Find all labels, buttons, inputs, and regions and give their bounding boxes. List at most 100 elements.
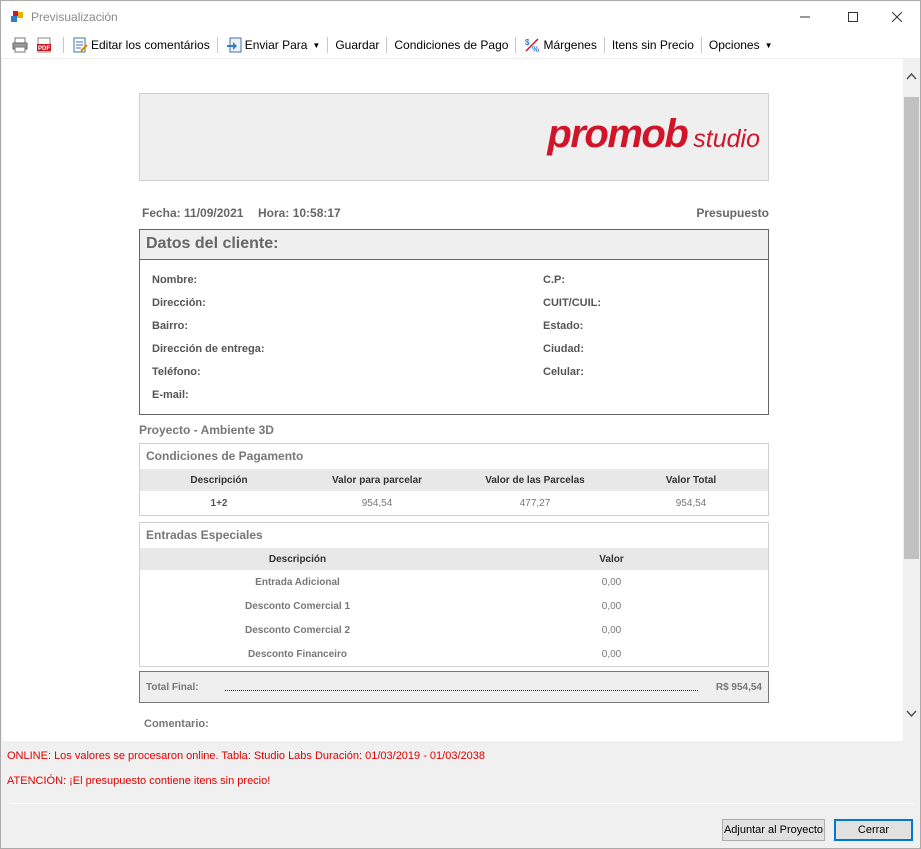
logo-sub-text: studio — [693, 125, 760, 153]
client-postal-code-label: C.P: — [543, 274, 565, 286]
table-cell: Desconto Financeiro — [248, 648, 347, 660]
special-section-title: Entradas Especiales — [146, 528, 263, 542]
vertical-scrollbar[interactable] — [903, 59, 920, 741]
pdf-icon[interactable]: PDF — [35, 36, 53, 54]
table-cell: 0,00 — [601, 576, 622, 588]
table-row: 1+2 954,54 477,27 954,54 — [140, 491, 768, 515]
table-row: Desconto Financeiro 0,00 — [140, 642, 768, 666]
client-phone-label: Teléfono: — [152, 366, 201, 378]
table-cell: 477,27 — [519, 497, 551, 509]
column-header: Valor para parcelar — [331, 474, 423, 486]
footer-divider — [9, 803, 913, 804]
table-row: Desconto Comercial 2 0,00 — [140, 618, 768, 642]
time-field: Hora: 10:58:17 — [258, 206, 341, 220]
table-cell: Entrada Adicional — [255, 576, 340, 588]
print-icon[interactable] — [11, 36, 29, 54]
items-without-price-button[interactable]: Itens sin Precio — [609, 34, 697, 56]
comment-label: Comentario: — [144, 718, 209, 730]
column-header: Descripción — [268, 553, 327, 565]
toolbar-separator — [327, 37, 329, 53]
toolbar-separator — [700, 37, 702, 53]
client-address-label: Dirección: — [152, 297, 206, 309]
send-to-dropdown[interactable]: Enviar Para ▼ — [222, 34, 324, 56]
payment-conditions-label: Condiciones de Pago — [394, 38, 509, 52]
payment-conditions-section: Condiciones de Pagamento Descripción Val… — [139, 443, 769, 516]
edit-comments-label: Editar los comentários — [91, 38, 210, 52]
window-title: Previsualización — [31, 10, 118, 24]
table-cell: 0,00 — [601, 624, 622, 636]
payment-conditions-button[interactable]: Condiciones de Pago — [391, 34, 511, 56]
chevron-down-icon: ▼ — [764, 40, 773, 50]
scroll-up-icon[interactable] — [903, 71, 920, 88]
margins-label: Márgenes — [543, 38, 597, 52]
special-table-header: Descripción Valor — [140, 548, 768, 570]
close-icon — [892, 11, 902, 22]
logo-main-text: promob — [547, 112, 688, 156]
total-label: Total Final: — [146, 682, 199, 693]
date-value: 11/09/2021 — [184, 206, 244, 220]
online-status-message: ONLINE: Los valores se procesaron online… — [7, 750, 485, 762]
payment-table-header: Descripción Valor para parcelar Valor de… — [140, 469, 768, 491]
save-button[interactable]: Guardar — [332, 34, 382, 56]
attach-to-project-button[interactable]: Adjuntar al Proyecto — [722, 819, 825, 841]
table-row: Entrada Adicional 0,00 — [140, 570, 768, 594]
options-dropdown[interactable]: Opciones ▼ — [706, 34, 776, 56]
client-state-label: Estado: — [543, 320, 584, 332]
time-value: 10:58:17 — [292, 206, 341, 220]
brand-logo: promob studio — [547, 112, 760, 157]
margins-button[interactable]: $ % Márgenes — [520, 34, 599, 56]
table-cell: 0,00 — [601, 600, 622, 612]
client-neighborhood-label: Bairro: — [152, 320, 189, 332]
client-mobile-label: Celular: — [543, 366, 584, 378]
special-entries-section: Entradas Especiales Descripción Valor En… — [139, 522, 769, 667]
svg-text:PDF: PDF — [38, 46, 50, 52]
toolbar-separator — [216, 37, 218, 53]
table-cell: Desconto Comercial 1 — [244, 600, 351, 612]
maximize-button[interactable] — [830, 1, 876, 32]
payment-section-title: Condiciones de Pagamento — [146, 449, 304, 463]
total-leader-line — [225, 690, 698, 691]
column-header: Valor Total — [665, 474, 717, 486]
table-cell: 1+2 — [210, 497, 228, 509]
toolbar-separator — [603, 37, 605, 53]
price-warning-message: ATENCIÓN: ¡El presupuesto contiene itens… — [7, 775, 271, 787]
client-email-label: E-mail: — [152, 389, 189, 401]
svg-text:$: $ — [525, 38, 530, 47]
column-header: Valor — [599, 553, 624, 565]
margins-icon: $ % — [523, 36, 541, 54]
toolbar-separator — [63, 37, 64, 53]
report-viewer[interactable]: promob studio Fecha: 11/09/2021 Hora: 10:… — [2, 59, 903, 741]
scroll-down-icon[interactable] — [903, 709, 920, 726]
items-without-price-label: Itens sin Precio — [611, 38, 694, 52]
minimize-icon — [800, 16, 810, 17]
svg-text:%: % — [532, 45, 539, 53]
edit-comments-button[interactable]: Editar los comentários — [68, 34, 213, 56]
table-cell: 954,54 — [675, 497, 707, 509]
total-section: Total Final: R$ 954,54 — [139, 671, 769, 703]
column-header: Valor de las Parcelas — [485, 474, 585, 486]
preview-window: Previsualización PDF Editar los comentár… — [0, 0, 921, 849]
table-cell: 954,54 — [361, 497, 393, 509]
client-section-title: Datos del cliente: — [140, 230, 768, 260]
close-window-button[interactable] — [874, 1, 920, 32]
toolbar: PDF Editar los comentários Enviar Para ▼… — [1, 32, 920, 58]
chevron-down-icon: ▼ — [312, 40, 321, 50]
client-tax-id-label: CUIT/CUIL: — [543, 297, 602, 309]
options-label: Opciones — [708, 38, 760, 52]
client-name-label: Nombre: — [152, 274, 198, 286]
date-field: Fecha: 11/09/2021 — [142, 206, 244, 220]
toolbar-separator — [515, 37, 517, 53]
maximize-icon — [848, 11, 858, 22]
table-row: Desconto Comercial 1 0,00 — [140, 594, 768, 618]
scroll-thumb[interactable] — [904, 97, 919, 559]
minimize-button[interactable] — [782, 1, 828, 32]
report-header: promob studio — [139, 93, 769, 181]
project-title: Proyecto - Ambiente 3D — [139, 423, 274, 437]
app-icon — [11, 10, 25, 24]
client-delivery-address-label: Dirección de entrega: — [152, 343, 265, 355]
table-cell: Desconto Comercial 2 — [244, 624, 351, 636]
save-label: Guardar — [335, 38, 380, 52]
client-data-section: Datos del cliente: Nombre: Dirección: Ba… — [139, 229, 769, 415]
close-button[interactable]: Cerrar — [834, 819, 913, 841]
edit-comments-icon — [71, 36, 89, 54]
